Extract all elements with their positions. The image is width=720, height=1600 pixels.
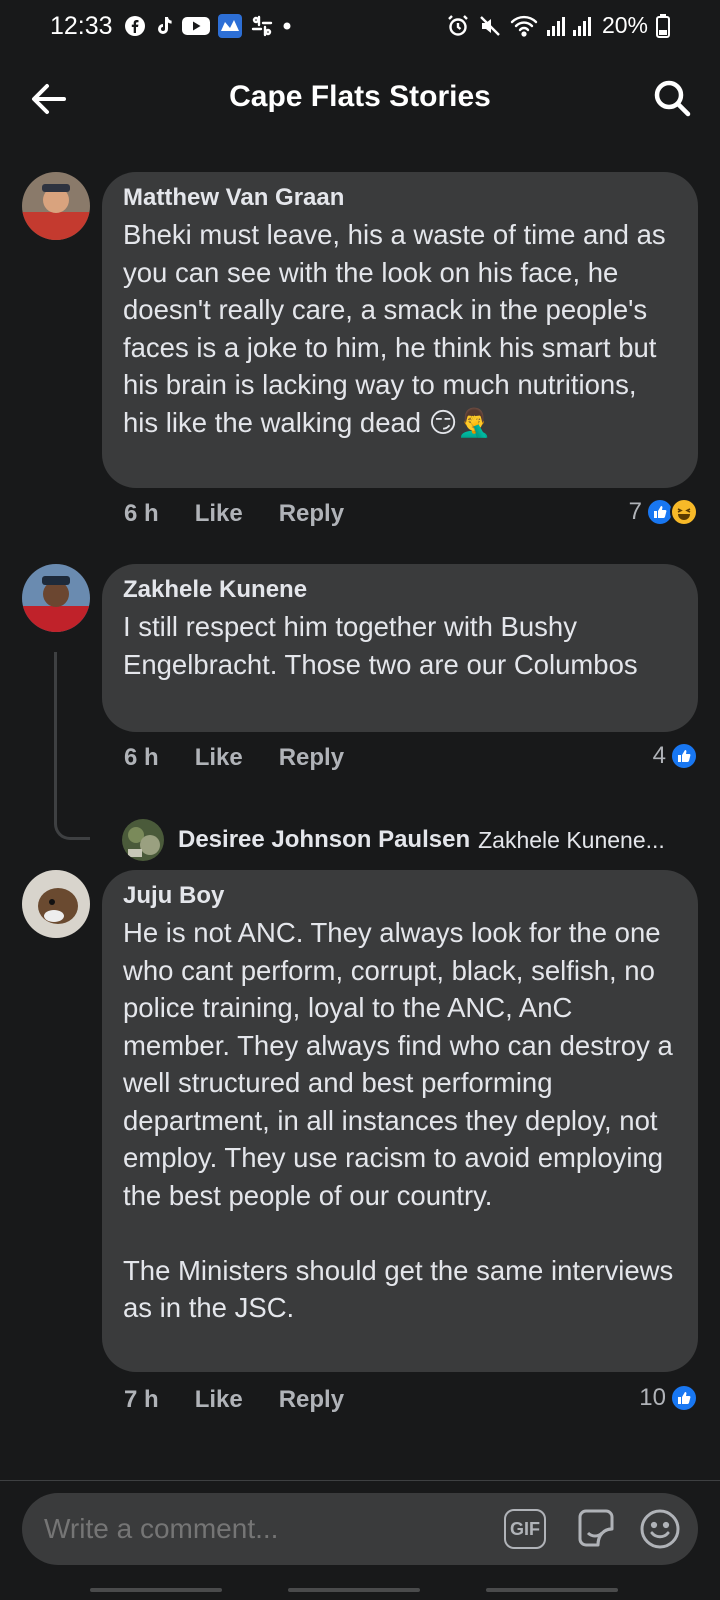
reply-button[interactable]: Reply	[279, 500, 344, 528]
sticker-button[interactable]	[572, 1505, 620, 1553]
signal-icon	[546, 15, 594, 37]
comment-author[interactable]: Matthew Van Graan	[123, 184, 678, 212]
comment-bubble[interactable]: Matthew Van Graan Bheki must leave, his …	[102, 172, 698, 488]
reply-preview[interactable]: Desiree Johnson Paulsen Zakhele Kunene..…	[122, 818, 665, 862]
reaction-count: 7	[628, 498, 642, 525]
like-button[interactable]: Like	[195, 744, 243, 772]
emoji-button[interactable]	[638, 1507, 682, 1551]
nav-home-button[interactable]	[288, 1588, 420, 1592]
status-time: 12:33	[50, 12, 113, 40]
comment-author[interactable]: Juju Boy	[123, 882, 678, 910]
status-bar: 12:33 20%	[0, 0, 720, 56]
comment-composer[interactable]: GIF	[22, 1493, 698, 1565]
slack-icon	[250, 14, 274, 38]
nav-recent-button[interactable]	[90, 1588, 222, 1592]
news-app-icon	[218, 14, 242, 38]
reactions-summary[interactable]: 10	[639, 1384, 698, 1412]
dot-icon	[282, 21, 292, 31]
comment-bubble[interactable]: Juju Boy He is not ANC. They always look…	[102, 870, 698, 1372]
system-nav-bar	[0, 1580, 720, 1600]
avatar[interactable]	[22, 564, 90, 632]
comment-author[interactable]: Zakhele Kunene	[123, 576, 678, 604]
reactions-summary[interactable]: 4	[653, 742, 698, 770]
sticker-icon	[578, 1509, 614, 1547]
alarm-icon	[446, 14, 470, 38]
tiktok-icon	[154, 15, 174, 37]
comment-text: I still respect him together with Bushy …	[123, 611, 638, 680]
page-title: Cape Flats Stories	[229, 80, 491, 113]
comment-actions: 7 h Like Reply	[124, 1386, 380, 1414]
like-button[interactable]: Like	[195, 500, 243, 528]
mute-icon	[478, 14, 502, 38]
comment-text: He is not ANC. They always look for the …	[123, 917, 674, 1323]
reaction-count: 10	[639, 1384, 666, 1411]
comment-input[interactable]	[44, 1513, 464, 1545]
haha-reaction-icon	[670, 498, 698, 526]
reply-thread-line	[54, 652, 90, 840]
search-button[interactable]	[648, 74, 696, 122]
avatar[interactable]	[122, 819, 164, 861]
comment-time: 7 h	[124, 1386, 159, 1413]
nav-back-button[interactable]	[486, 1588, 618, 1592]
reaction-count: 4	[652, 742, 666, 769]
comment-bubble[interactable]: Zakhele Kunene I still respect him toget…	[102, 564, 698, 732]
like-reaction-icon	[670, 742, 698, 770]
notification-icons	[124, 14, 292, 38]
wifi-icon	[510, 15, 538, 37]
gif-button[interactable]: GIF	[504, 1509, 546, 1549]
comment-actions: 6 h Like Reply	[124, 500, 380, 528]
battery-percent: 20%	[601, 12, 648, 38]
comment-time: 6 h	[124, 744, 159, 771]
avatar[interactable]	[22, 870, 90, 938]
like-reaction-icon	[670, 1384, 698, 1412]
reply-author[interactable]: Desiree Johnson Paulsen	[178, 826, 470, 854]
search-icon	[654, 80, 691, 117]
youtube-icon	[182, 16, 210, 36]
reply-text: Zakhele Kunene...	[478, 826, 665, 853]
comment-actions: 6 h Like Reply	[124, 744, 380, 772]
facebook-icon	[124, 15, 146, 37]
emoji-icon	[640, 1509, 680, 1549]
avatar[interactable]	[22, 172, 90, 240]
comment-time: 6 h	[124, 500, 159, 527]
reply-button[interactable]: Reply	[279, 1386, 344, 1414]
battery-icon	[656, 13, 670, 38]
like-button[interactable]: Like	[195, 1386, 243, 1414]
comment-text: Bheki must leave, his a waste of time an…	[123, 219, 674, 438]
reply-button[interactable]: Reply	[279, 744, 344, 772]
app-header: Cape Flats Stories	[0, 56, 720, 142]
system-icons: 20%	[446, 12, 670, 39]
reactions-summary[interactable]: 7	[629, 498, 698, 526]
